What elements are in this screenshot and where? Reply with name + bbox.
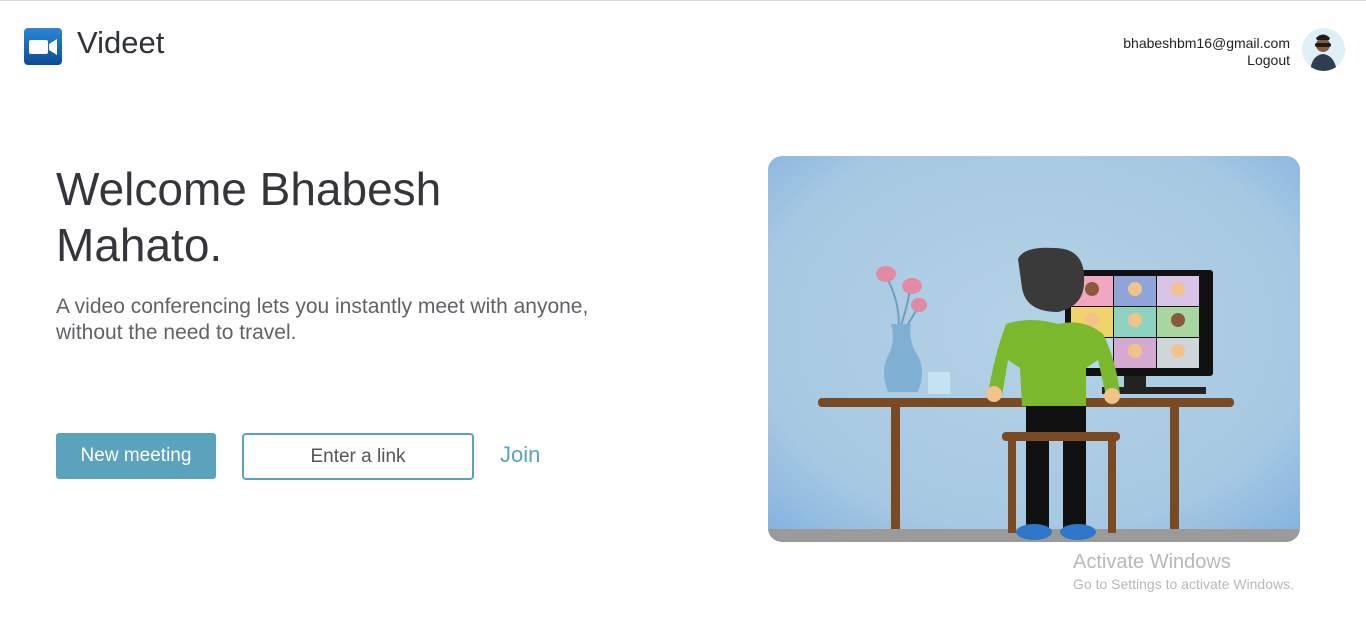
logout-link[interactable]: Logout bbox=[1123, 52, 1290, 69]
app-name: Videet bbox=[77, 25, 165, 60]
meeting-link-input[interactable] bbox=[242, 433, 474, 480]
avatar[interactable] bbox=[1302, 28, 1345, 71]
video-camera-icon bbox=[24, 28, 62, 65]
user-info: bhabeshbm16@gmail.com Logout bbox=[1123, 35, 1290, 69]
tagline: A video conferencing lets you instantly … bbox=[56, 295, 589, 344]
activate-windows-subtitle: Go to Settings to activate Windows. bbox=[1073, 576, 1294, 592]
welcome-heading: Welcome Bhabesh Mahato. bbox=[56, 163, 442, 271]
user-email: bhabeshbm16@gmail.com bbox=[1123, 35, 1290, 51]
video-conference-illustration bbox=[768, 156, 1300, 542]
join-button[interactable]: Join bbox=[500, 442, 540, 468]
new-meeting-button[interactable]: New meeting bbox=[56, 433, 216, 479]
activate-windows-title: Activate Windows bbox=[1073, 551, 1231, 573]
